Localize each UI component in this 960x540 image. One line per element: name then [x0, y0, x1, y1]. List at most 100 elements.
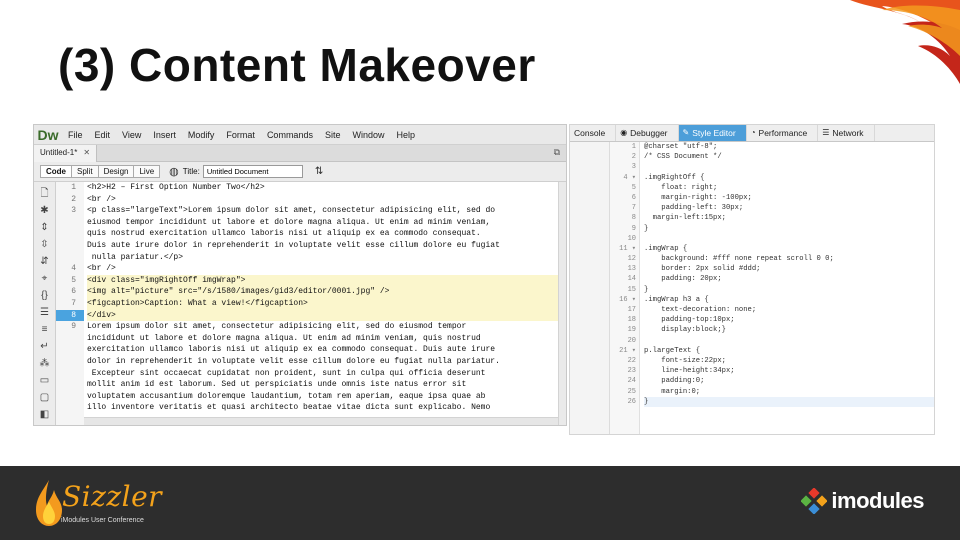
dw-line-number: 5	[71, 275, 76, 285]
menu-view[interactable]: View	[116, 130, 147, 140]
document-tab-label: Untitled-1*	[40, 147, 78, 157]
dw-code-area[interactable]: <h2>H2 – First Option Number Two</h2> <br…	[84, 182, 558, 425]
close-icon[interactable]: ✕	[83, 148, 90, 157]
css-line-number: 11 ▾	[619, 244, 636, 253]
asterisk-icon[interactable]: ✱	[40, 202, 48, 219]
tab-label: Debugger	[630, 128, 668, 138]
tab-console[interactable]: Console	[570, 125, 617, 141]
dw-line-number	[56, 217, 84, 229]
dw-code-line: <img alt="picture" src="/s/1580/images/g…	[87, 286, 558, 298]
stylesheet-list[interactable]	[570, 142, 610, 434]
restore-window-icon[interactable]: ⧉	[554, 147, 560, 158]
remove-comment-icon[interactable]: ▢	[40, 389, 49, 406]
menu-modify[interactable]: Modify	[182, 130, 221, 140]
dw-line-number: 4	[71, 264, 76, 274]
dw-document-tabbar: Untitled-1* ✕ ⧉	[34, 144, 566, 162]
css-code-line: border: 2px solid #ddd;	[644, 265, 761, 274]
word-wrap-icon[interactable]: ↵	[40, 338, 48, 355]
dw-line-number: 6	[71, 287, 76, 297]
css-code-line: float: right;	[644, 183, 718, 192]
css-line-number: 10	[627, 234, 636, 243]
dw-code-line: Excepteur sint occaecat cupidatat non pr…	[87, 368, 486, 378]
menu-edit[interactable]: Edit	[89, 130, 117, 140]
tab-network[interactable]: ☰ Network	[818, 125, 875, 141]
expand-all-icon[interactable]: ⇵	[40, 253, 48, 270]
dw-code-line: illo inventore veritatis et quasi archit…	[87, 403, 491, 413]
imodules-logo: imodules	[801, 488, 924, 514]
menu-format[interactable]: Format	[220, 130, 261, 140]
css-code-line: display:block;}	[644, 326, 726, 335]
css-line-number: 16 ▾	[619, 295, 636, 304]
collapse-selection-icon[interactable]: ⇳	[40, 236, 48, 253]
dw-code-line: exercitation ullamco laboris nisi ut ali…	[87, 345, 496, 355]
title-label: Title:	[182, 167, 200, 176]
dw-code-line: <br />	[87, 194, 116, 204]
collapse-tag-icon[interactable]: ⇕	[40, 219, 48, 236]
dreamweaver-window: Dw File Edit View Insert Modify Format C…	[33, 124, 567, 426]
select-parent-tag-icon[interactable]: ⌖	[42, 270, 48, 287]
menu-help[interactable]: Help	[390, 130, 421, 140]
tab-label: Network	[832, 128, 864, 138]
dw-line-number: 7	[71, 298, 76, 308]
document-title-input[interactable]	[202, 165, 303, 178]
line-numbers-icon[interactable]: ☰	[40, 304, 49, 321]
dw-code-line: incididunt ut labore et dolore magna ali…	[87, 333, 481, 343]
tab-debugger[interactable]: ◉ Debugger	[616, 125, 679, 141]
design-view-button[interactable]: Design	[97, 165, 135, 178]
dw-code-line: dolor in reprehenderit in voluptate veli…	[87, 356, 500, 366]
menu-site[interactable]: Site	[319, 130, 347, 140]
apply-comment-icon[interactable]: ▭	[40, 372, 49, 389]
css-line-number: 3	[631, 163, 636, 172]
dw-horizontal-scrollbar[interactable]	[84, 417, 558, 425]
tab-performance[interactable]: ◔ Performance	[747, 125, 819, 141]
dw-code-line: mollit anim id est laborum. Sed ut persp…	[87, 380, 467, 390]
devtools-tabbar: Console ◉ Debugger ✎ Style Editor ◔ Performanc…	[570, 125, 934, 142]
css-line-number: 14	[627, 275, 636, 284]
debugger-icon: ◉	[620, 128, 628, 137]
sort-icon[interactable]: ⇅	[315, 166, 323, 177]
menu-insert[interactable]: Insert	[147, 130, 182, 140]
css-line-number: 7	[631, 204, 636, 213]
css-line-number: 22	[627, 356, 636, 365]
dw-code-line: Duis aute irure dolor in reprehenderit i…	[87, 240, 500, 250]
dw-line-number: 2	[71, 194, 76, 204]
css-code-line: }	[644, 285, 649, 294]
network-icon: ☰	[822, 128, 830, 137]
dw-logo: Dw	[37, 126, 59, 143]
dw-vertical-scrollbar[interactable]	[558, 182, 566, 425]
dw-line-number	[56, 402, 84, 414]
dw-code-line: quis nostrud exercitation ullamco labori…	[87, 229, 481, 239]
css-line-number: 26	[627, 397, 636, 406]
dw-document-toolbar: Code Split Design Live ◍ Title: ⇅	[34, 162, 566, 182]
css-line-number: 19	[627, 326, 636, 335]
css-code-line: padding-left: 30px;	[644, 204, 744, 213]
code-view-button[interactable]: Code	[40, 165, 72, 178]
menu-file[interactable]: File	[62, 130, 89, 140]
css-line-number: 6	[631, 193, 636, 202]
dw-line-number: 8	[56, 309, 84, 322]
highlight-invalid-icon[interactable]: ≡	[42, 321, 48, 338]
css-code-line: line-height:34px;	[644, 367, 735, 376]
flame-decoration	[850, 0, 960, 84]
tab-style-editor[interactable]: ✎ Style Editor	[678, 125, 747, 141]
css-code-line: text-decoration: none;	[644, 306, 757, 314]
css-line-number: 23	[627, 367, 636, 376]
menu-commands[interactable]: Commands	[261, 130, 319, 140]
open-documents-icon[interactable]: 🗋	[40, 185, 48, 202]
css-code-area[interactable]: @charset "utf-8"; /* CSS Document */ .imgR…	[640, 142, 934, 434]
css-line-number: 21 ▾	[619, 346, 636, 355]
css-line-number: 12	[627, 255, 636, 264]
css-code-line: .imgRightOff {	[644, 173, 705, 182]
slide-footer: Sizzler iModules User Conference imodule…	[0, 466, 960, 540]
live-view-button[interactable]: Live	[133, 165, 161, 178]
balance-braces-icon[interactable]: {}	[41, 287, 48, 304]
dw-line-number	[56, 379, 84, 391]
coding-toolbar: 🗋 ✱ ⇕ ⇳ ⇵ ⌖ {} ☰ ≡ ↵ ⁂ ▭ ▢ ◧	[34, 182, 56, 425]
menu-window[interactable]: Window	[346, 130, 390, 140]
css-code-line: padding-top:10px;	[644, 316, 735, 325]
document-tab[interactable]: Untitled-1* ✕	[34, 144, 98, 162]
syntax-coloring-icon[interactable]: ⁂	[40, 355, 50, 372]
split-view-button[interactable]: Split	[71, 165, 99, 178]
globe-icon[interactable]: ◍	[169, 165, 179, 178]
wrap-tag-icon[interactable]: ◧	[40, 406, 49, 423]
